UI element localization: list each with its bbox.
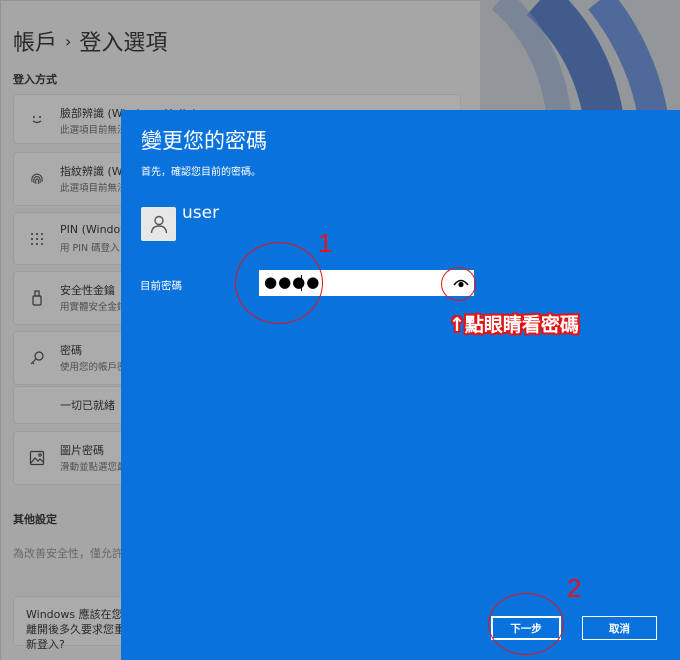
annotation-circle-eye <box>441 267 476 301</box>
annotation-hint: ↑點眼睛看密碼 <box>449 314 579 336</box>
avatar <box>141 207 176 241</box>
annotation-step-1: 1 <box>318 228 333 258</box>
current-password-label: 目前密碼 <box>140 280 182 292</box>
annotation-step-2: 2 <box>567 573 582 603</box>
annotation-circle-next <box>488 593 564 655</box>
username: user <box>182 203 220 223</box>
annotation-circle-password <box>235 242 323 324</box>
change-password-dialog: 變更您的密碼 首先，確認您目前的密碼。 user 目前密碼 ●●●● 下一步 取… <box>121 110 680 660</box>
cancel-button[interactable]: 取消 <box>582 616 657 640</box>
dialog-title: 變更您的密碼 <box>141 129 267 153</box>
dialog-subtitle: 首先，確認您目前的密碼。 <box>141 167 261 178</box>
user-icon <box>150 215 167 234</box>
